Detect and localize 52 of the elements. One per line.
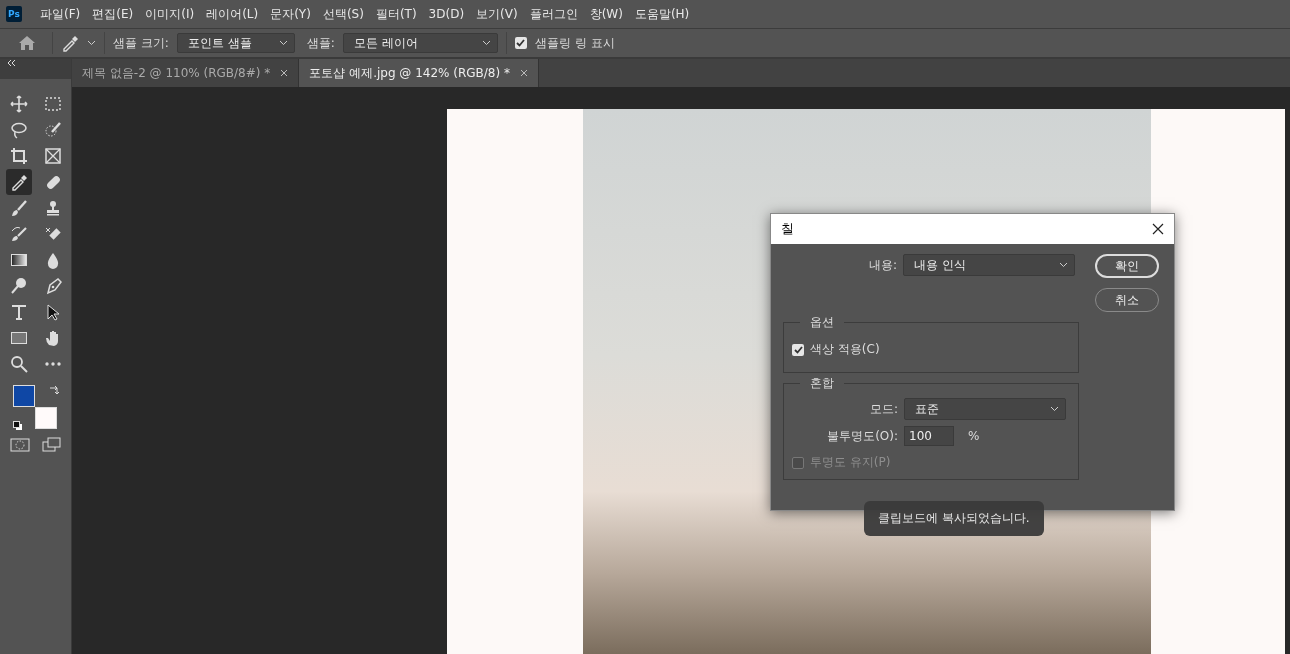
app-logo: Ps <box>6 6 22 22</box>
checkbox[interactable] <box>792 343 804 356</box>
menu-item[interactable]: 레이어(L) <box>200 5 265 23</box>
mode-label: 모드: <box>868 400 898 418</box>
chevron-down-icon <box>87 40 96 46</box>
menu-item[interactable]: 이미지(I) <box>139 5 201 23</box>
eyedropper-tool-icon[interactable] <box>5 169 32 195</box>
opacity-field[interactable]: 100 <box>904 426 954 446</box>
menu-item[interactable]: 편집(E) <box>86 5 140 23</box>
home-icon[interactable] <box>18 35 36 51</box>
menu-item[interactable]: 문자(Y) <box>264 5 317 23</box>
menu-item[interactable]: 파일(F) <box>34 5 87 23</box>
menu-item[interactable]: 3D(D) <box>422 7 471 21</box>
menu-item[interactable]: 플러그인 <box>523 5 584 23</box>
ok-button[interactable]: 확인 <box>1095 254 1159 278</box>
eyedropper-icon[interactable] <box>61 34 79 52</box>
quick-mask-icon[interactable] <box>9 437 30 453</box>
document-tab[interactable]: 포토샵 예제.jpg @ 142% (RGB/8) * <box>299 59 539 87</box>
background-color-swatch[interactable] <box>34 407 57 429</box>
checkbox-label: 투명도 유지(P) <box>810 454 891 471</box>
content-dropdown[interactable]: 내용 인식 <box>903 254 1075 276</box>
group-title: 옵션 <box>809 314 835 331</box>
menu-item[interactable]: 선택(S) <box>316 5 370 23</box>
checkbox-label: 색상 적용(C) <box>810 341 880 358</box>
collapse-icon[interactable] <box>6 59 16 67</box>
default-colors-icon[interactable] <box>12 421 23 431</box>
toast-message: 클립보드에 복사되었습니다. <box>864 501 1044 536</box>
sample-size-label: 샘플 크기: <box>113 34 169 52</box>
chevron-down-icon <box>278 40 288 46</box>
chevron-down-icon <box>1050 406 1059 412</box>
chevron-down-icon <box>481 40 491 46</box>
mode-dropdown[interactable]: 표준 <box>904 398 1066 420</box>
cancel-button[interactable]: 취소 <box>1095 288 1159 312</box>
content-label: 내용: <box>867 256 897 274</box>
menu-item[interactable]: 창(W) <box>583 5 629 23</box>
sample-size-dropdown[interactable]: 포인트 샘플 <box>176 33 295 53</box>
menu-item[interactable]: 도움말(H) <box>628 5 696 23</box>
checkbox-label: 샘플링 링 표시 <box>534 34 615 52</box>
close-icon[interactable] <box>1152 223 1164 235</box>
unit-label: % <box>968 429 980 443</box>
checkbox[interactable] <box>514 37 527 49</box>
foreground-color-swatch[interactable] <box>12 385 35 407</box>
dialog-title: 칠 <box>781 220 794 238</box>
sample-dropdown[interactable]: 모든 레이어 <box>342 33 498 53</box>
group-title: 혼합 <box>809 375 835 392</box>
menu-item[interactable]: 보기(V) <box>470 5 524 23</box>
menu-item[interactable]: 필터(T) <box>369 5 423 23</box>
swap-colors-icon[interactable] <box>48 385 59 395</box>
screen-mode-icon[interactable] <box>41 437 62 453</box>
chevron-down-icon <box>1059 262 1068 268</box>
sample-label: 샘플: <box>306 34 335 52</box>
opacity-label: 불투명도(O): <box>826 427 898 445</box>
